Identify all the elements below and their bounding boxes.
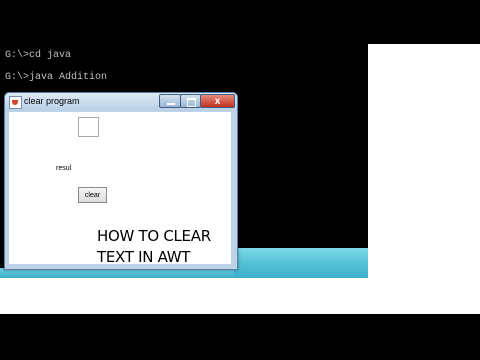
letterbox-top xyxy=(0,0,480,44)
caption-line: HOW TO CLEAR xyxy=(97,227,211,245)
desktop-bottom xyxy=(0,278,368,314)
caption-line: TEXT IN AWT xyxy=(97,248,191,266)
close-icon: x xyxy=(214,96,221,107)
maximize-button[interactable] xyxy=(180,94,201,108)
console-line: G:\>cd java xyxy=(5,50,72,61)
window-title: clear program xyxy=(24,96,80,106)
taskbar-right xyxy=(234,248,368,278)
minimize-icon xyxy=(167,103,175,105)
result-label: resul xyxy=(56,165,72,172)
close-button[interactable]: x xyxy=(200,94,235,108)
title-bar[interactable]: clear program x xyxy=(5,93,237,111)
video-caption: HOW TO CLEAR TEXT IN AWT xyxy=(97,226,211,268)
maximize-icon xyxy=(187,98,196,107)
console-line: G:\>java Addition xyxy=(5,72,108,83)
text-field[interactable] xyxy=(78,117,99,137)
clear-button[interactable]: clear xyxy=(78,187,107,203)
java-icon xyxy=(9,96,22,109)
minimize-button[interactable] xyxy=(159,94,181,108)
desktop-area xyxy=(368,44,480,314)
letterbox-bottom xyxy=(0,314,480,360)
